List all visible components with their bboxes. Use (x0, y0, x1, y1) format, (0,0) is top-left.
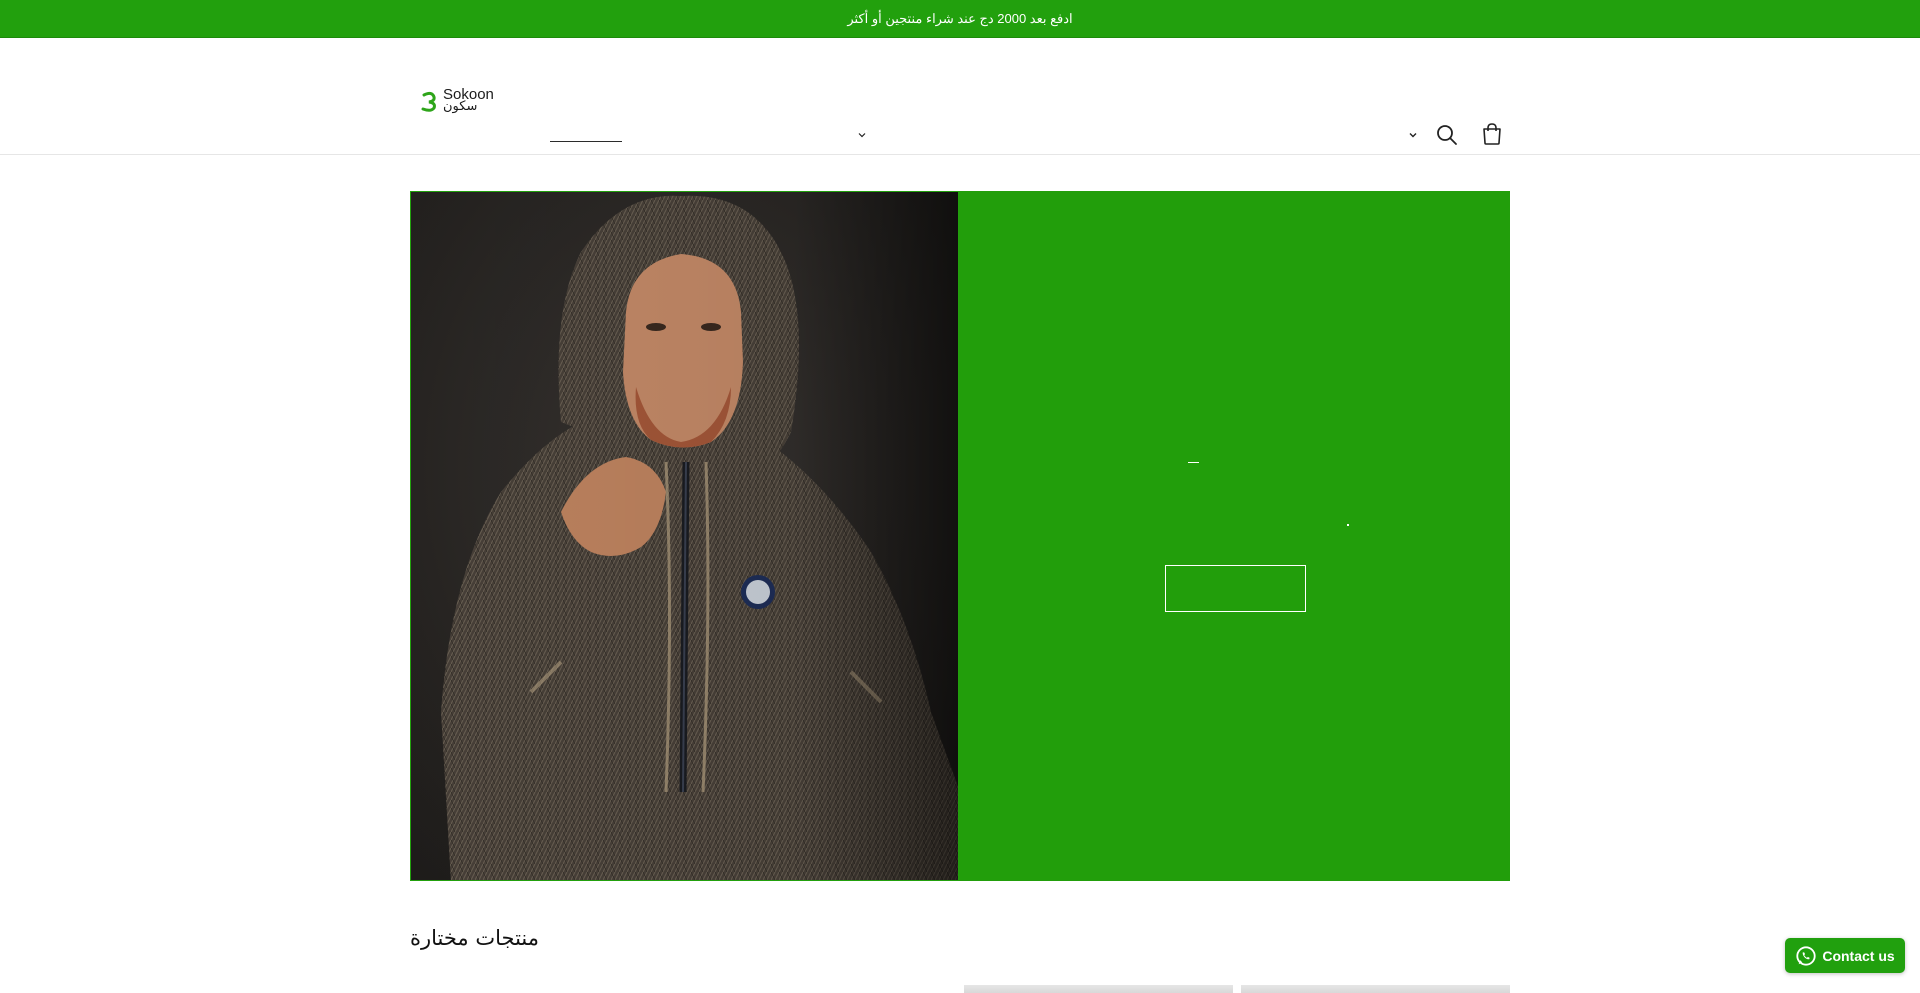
announcement-text: ادفع بعد 2000 دج عند شراء منتجين أو أكثر (847, 10, 1073, 26)
logo[interactable]: Sokoon سكون (420, 84, 498, 118)
product-card-image[interactable] (964, 985, 1233, 993)
chevron-down-icon[interactable] (1406, 128, 1420, 142)
hero-subtext-placeholder (1347, 524, 1349, 526)
featured-products-heading: منتجات مختارة (410, 926, 540, 950)
whatsapp-icon (1796, 945, 1816, 966)
search-icon[interactable] (1434, 122, 1460, 148)
hero-cta-button[interactable] (1165, 565, 1306, 612)
hero-image (410, 191, 959, 881)
announcement-bar: ادفع بعد 2000 دج عند شراء منتجين أو أكثر (0, 0, 1920, 38)
hero-photo (411, 192, 958, 880)
site-header: Sokoon سكون (0, 38, 1920, 155)
nav-active-underline[interactable] (550, 141, 622, 142)
logo-mark-icon (421, 91, 436, 112)
contact-label: Contact us (1822, 947, 1895, 964)
cart-icon[interactable] (1478, 120, 1506, 148)
whatsapp-contact-button[interactable]: Contact us (1785, 938, 1905, 973)
hero-banner (410, 191, 1510, 881)
chevron-down-icon[interactable] (855, 128, 869, 142)
hero-text-panel (959, 191, 1510, 881)
product-card-image[interactable] (1241, 985, 1510, 993)
hero-heading-placeholder (1188, 462, 1199, 463)
